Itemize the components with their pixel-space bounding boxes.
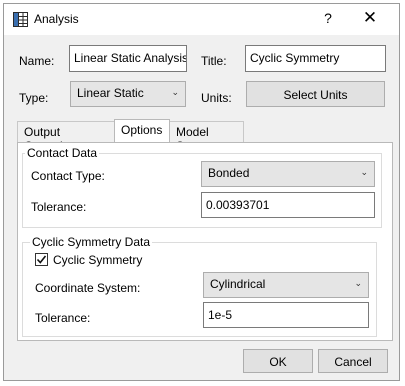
- window-title: Analysis: [34, 12, 79, 26]
- contact-tolerance-label: Tolerance:: [31, 200, 87, 214]
- cyclic-symmetry-checkbox-label[interactable]: Cyclic Symmetry: [53, 253, 142, 267]
- tab-options[interactable]: Options: [114, 119, 170, 142]
- contact-type-value: Bonded: [208, 166, 250, 180]
- help-button[interactable]: ?: [320, 10, 336, 26]
- units-label: Units:: [201, 91, 232, 105]
- select-units-button[interactable]: Select Units: [246, 81, 385, 107]
- chevron-down-icon: ⌄: [171, 87, 179, 97]
- chevron-down-icon: ⌄: [360, 167, 368, 177]
- type-label: Type:: [19, 91, 49, 105]
- coordinate-system-dropdown[interactable]: Cylindrical ⌄: [203, 272, 369, 298]
- chevron-down-icon: ⌄: [354, 278, 362, 288]
- title-bar[interactable]: Analysis ? ✕: [4, 4, 399, 35]
- title-label: Title:: [201, 54, 227, 68]
- app-grid-icon: [13, 12, 28, 27]
- coordinate-system-value: Cylindrical: [210, 277, 266, 291]
- type-dropdown[interactable]: Linear Static ⌄: [70, 81, 186, 107]
- cyclic-symmetry-checkbox[interactable]: [35, 253, 48, 266]
- tab-model-state[interactable]: Model State: [169, 121, 244, 153]
- title-field[interactable]: Cyclic Symmetry: [245, 45, 386, 72]
- analysis-dialog: Analysis ? ✕ Name: Linear Static Analysi…: [3, 3, 400, 381]
- ok-button[interactable]: OK: [243, 349, 313, 373]
- close-button[interactable]: ✕: [360, 8, 380, 28]
- name-field[interactable]: Linear Static Analysis: [69, 45, 187, 72]
- contact-type-dropdown[interactable]: Bonded ⌄: [201, 161, 375, 187]
- cyclic-tolerance-field[interactable]: 1e-5: [203, 302, 369, 328]
- cyclic-tolerance-label: Tolerance:: [35, 311, 91, 325]
- name-label: Name:: [19, 54, 55, 68]
- coordinate-system-label: Coordinate System:: [35, 281, 141, 295]
- type-value: Linear Static: [77, 86, 144, 100]
- contact-tolerance-field[interactable]: 0.00393701: [201, 192, 375, 218]
- cyclic-symmetry-title: Cyclic Symmetry Data: [30, 235, 153, 249]
- checkmark-icon: [36, 255, 47, 264]
- contact-type-label: Contact Type:: [31, 169, 105, 183]
- cancel-button[interactable]: Cancel: [318, 349, 388, 373]
- tab-output-controls[interactable]: Output Controls: [17, 121, 115, 153]
- contact-data-title: Contact Data: [25, 146, 100, 160]
